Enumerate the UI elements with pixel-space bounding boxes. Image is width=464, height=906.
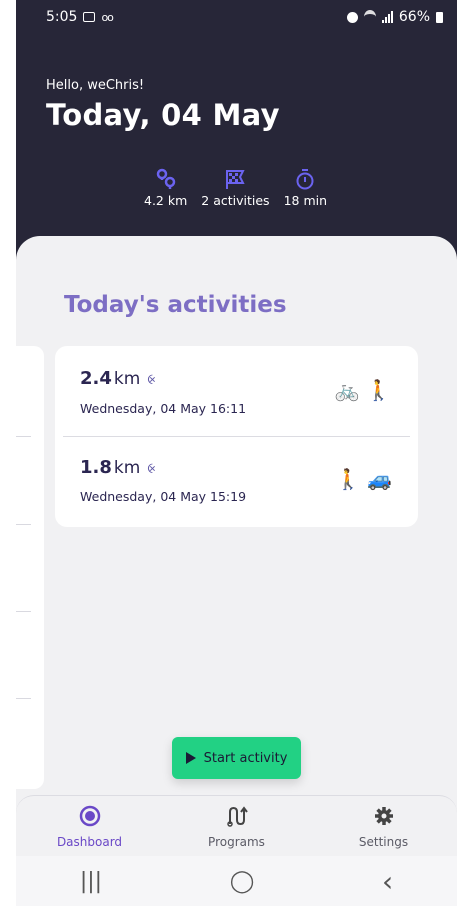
distance-unit: km — [113, 369, 141, 389]
previous-day-card-edge[interactable] — [16, 346, 44, 789]
activity-distance: 2.4 km ⨴ — [80, 368, 156, 389]
recents-button[interactable]: ||| — [80, 869, 102, 894]
start-activity-button[interactable]: Start activity — [172, 737, 301, 779]
image-icon — [83, 12, 96, 22]
stat-duration-label: 18 min — [283, 193, 328, 208]
back-button[interactable]: ‹ — [382, 865, 393, 898]
play-icon — [185, 752, 196, 764]
divider — [16, 524, 31, 525]
wifi-icon — [363, 10, 376, 24]
stat-activities-label: 2 activities — [201, 193, 270, 208]
distance-value: 2.4 — [80, 368, 112, 389]
activities-card: 2.4 km ⨴ Wednesday, 04 May 16:11 🚲 🚶 1.8… — [55, 346, 418, 527]
stopwatch-icon — [296, 169, 314, 190]
nav-settings[interactable]: Settings — [310, 796, 457, 857]
location-pin-icon — [156, 168, 175, 189]
stat-duration: 18 min — [284, 168, 327, 208]
route-icon — [226, 805, 248, 827]
loop-icon: ⨴ — [147, 462, 157, 477]
activity-item[interactable]: 1.8 km ⨴ Wednesday, 04 May 15:19 🚶 🚙 — [63, 436, 410, 527]
greeting: Hello, weChris! — [46, 78, 145, 93]
nav-settings-label: Settings — [358, 834, 409, 849]
dashboard-icon — [79, 805, 100, 826]
gear-icon — [374, 806, 393, 825]
activity-date: Wednesday, 04 May 15:19 — [80, 489, 247, 504]
divider — [16, 698, 31, 699]
stat-activities: 2 activities — [201, 168, 270, 208]
checkered-flag-icon — [226, 170, 246, 189]
transport-modes: 🚶 🚙 — [335, 467, 392, 491]
battery-icon — [436, 11, 443, 23]
status-bar: 5:05 oo 66% — [46, 6, 443, 28]
nav-programs[interactable]: Programs — [163, 796, 310, 857]
transport-modes: 🚲 🚶 — [334, 378, 391, 402]
home-button[interactable]: ◯ — [230, 869, 255, 894]
nav-programs-label: Programs — [208, 834, 265, 849]
voicemail-icon: oo — [101, 10, 114, 24]
signal-icon — [381, 11, 393, 23]
activity-date: Wednesday, 04 May 16:11 — [80, 401, 247, 416]
distance-value: 1.8 — [80, 457, 112, 478]
stat-distance-label: 4.2 km — [144, 193, 188, 208]
nav-dashboard[interactable]: Dashboard — [16, 796, 163, 857]
system-navigation-bar: ||| ◯ ‹ — [16, 856, 457, 906]
app-screen: 5:05 oo 66% Hello, weChris! Today, 04 Ma… — [16, 0, 457, 906]
stat-distance: 4.2 km — [144, 168, 187, 208]
activity-distance: 1.8 km ⨴ — [80, 457, 156, 478]
daily-stats: 4.2 km 2 activities 18 min — [144, 168, 327, 208]
header: 5:05 oo 66% Hello, weChris! Today, 04 Ma… — [16, 0, 457, 270]
start-activity-label: Start activity — [203, 750, 288, 766]
alarm-icon — [346, 11, 358, 23]
divider — [16, 436, 31, 437]
distance-unit: km — [113, 458, 141, 478]
section-title: Today's activities — [64, 292, 287, 318]
bottom-nav: Dashboard Programs Settings — [16, 795, 457, 857]
activity-item[interactable]: 2.4 km ⨴ Wednesday, 04 May 16:11 🚲 🚶 — [80, 346, 393, 436]
status-time: 5:05 — [46, 9, 78, 25]
nav-dashboard-label: Dashboard — [56, 834, 123, 849]
divider — [16, 611, 31, 612]
loop-icon: ⨴ — [147, 373, 157, 388]
battery-level: 66% — [398, 9, 430, 25]
page-title: Today, 04 May — [46, 98, 280, 132]
